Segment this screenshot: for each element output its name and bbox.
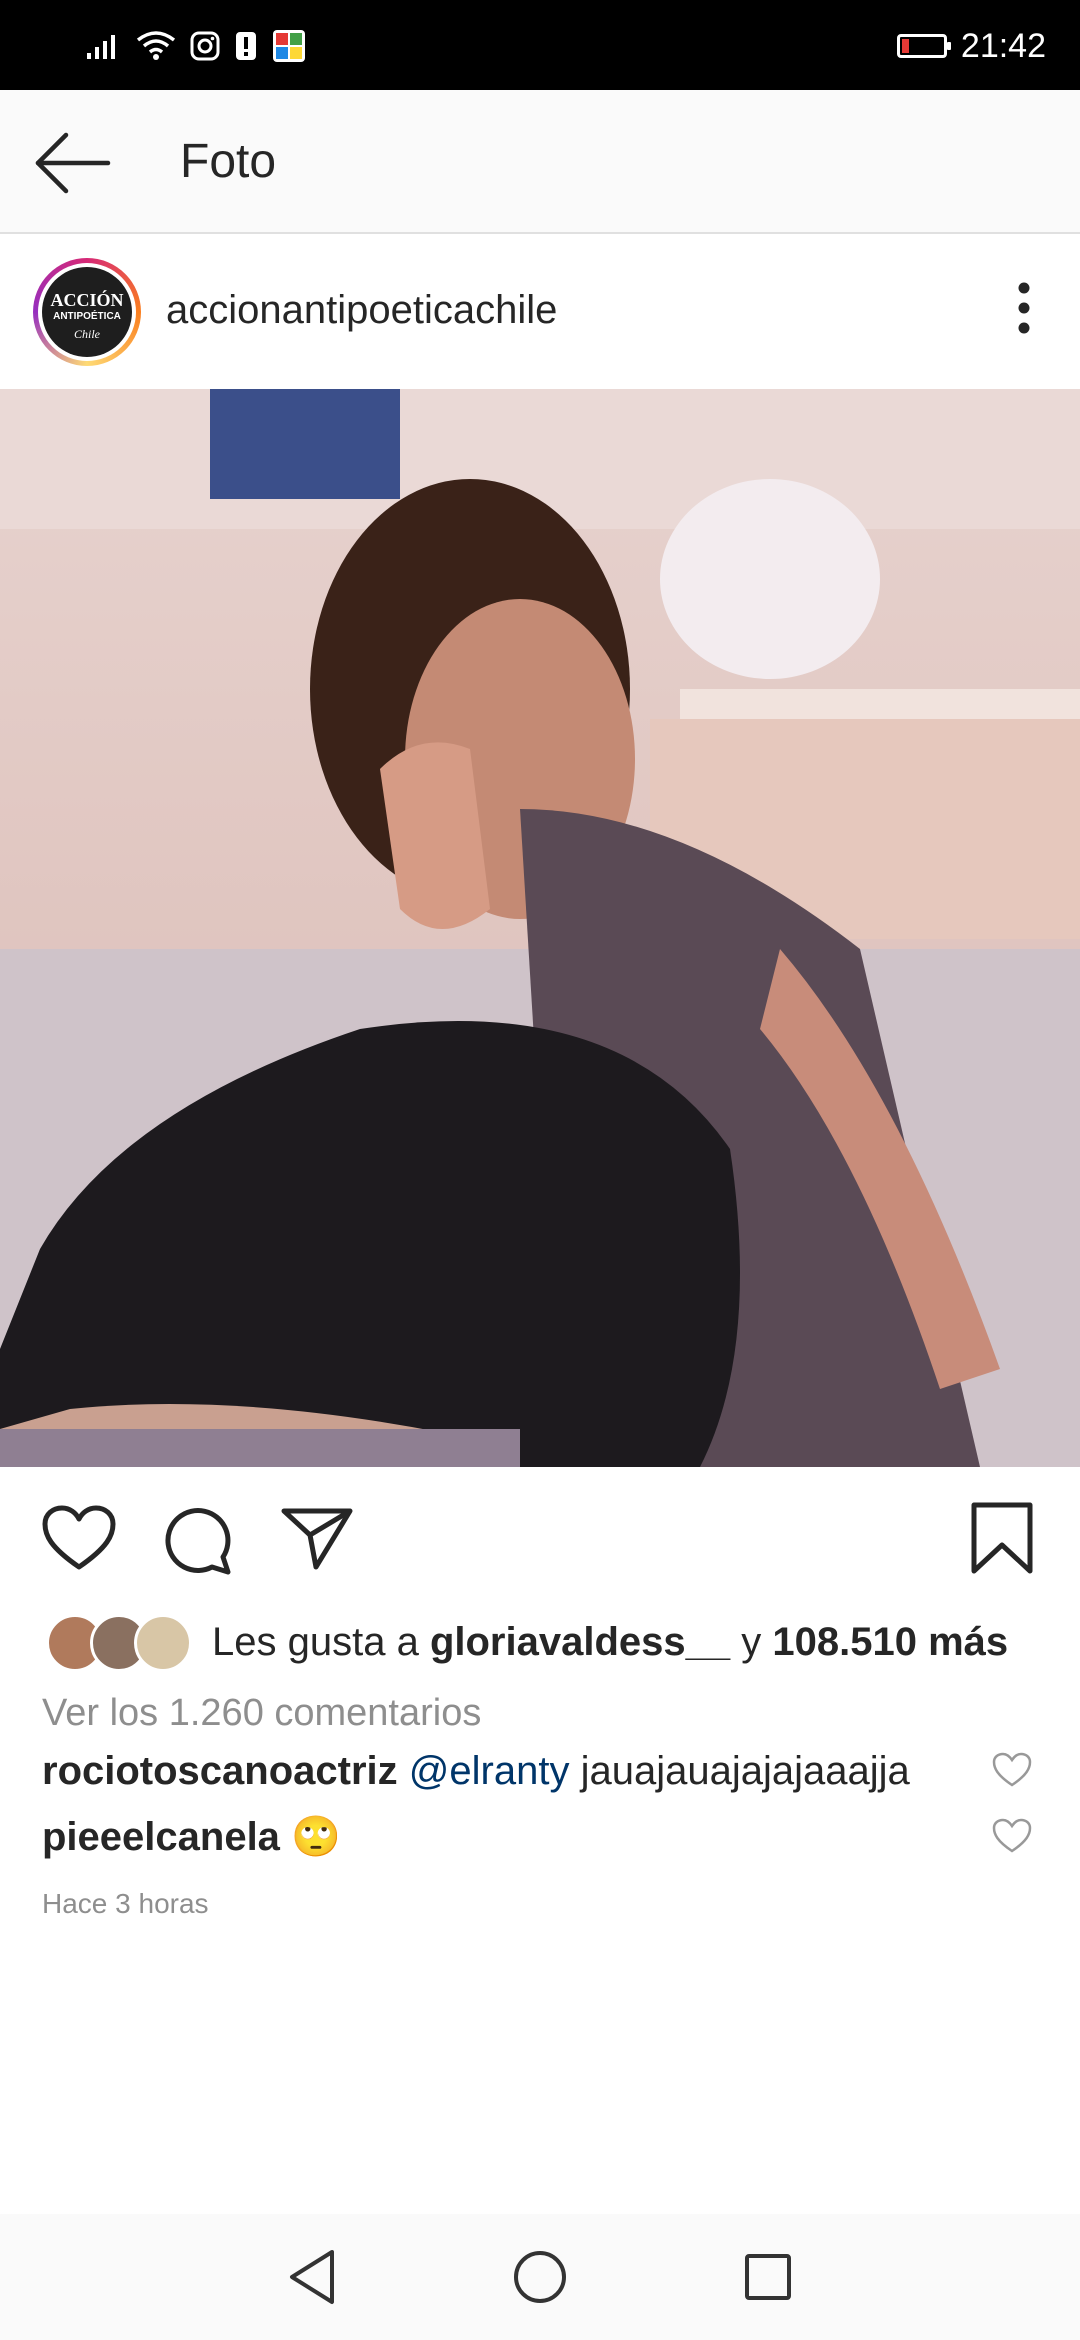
view-all-comments[interactable]: Ver los 1.260 comentarios — [42, 1688, 481, 1738]
likes-row[interactable]: Les gusta a gloriavaldess__ y 108.510 má… — [0, 1610, 1080, 1676]
comment-icon[interactable] — [162, 1505, 232, 1575]
likes-text: Les gusta a gloriavaldess__ y 108.510 má… — [212, 1616, 1008, 1668]
post-username[interactable]: accionantipoeticachile — [166, 284, 557, 336]
photo-illustration — [0, 389, 1080, 1467]
signal-icon — [87, 35, 115, 59]
likes-count[interactable]: 108.510 más — [772, 1620, 1008, 1664]
comment-mention[interactable]: @elranty — [409, 1749, 570, 1793]
likes-middle: y — [730, 1620, 773, 1664]
alert-icon — [236, 32, 256, 60]
status-icons — [86, 22, 306, 70]
circle-home-icon[interactable] — [507, 2244, 573, 2310]
instagram-icon — [190, 31, 220, 61]
comment-user[interactable]: pieeelcanela — [42, 1815, 280, 1859]
bookmark-icon[interactable] — [970, 1501, 1034, 1575]
post-actions — [0, 1467, 1080, 1597]
battery-low-icon — [896, 34, 951, 58]
avatar[interactable]: ACCIÓN ANTIPOÉTICA Chile — [33, 258, 141, 366]
vertical-dots-icon[interactable] — [1004, 278, 1044, 338]
comment-user[interactable]: rociotoscanoactriz — [42, 1749, 398, 1793]
arrow-left-icon[interactable] — [32, 128, 112, 198]
avatar-text-line2: ANTIPOÉTICA — [53, 311, 121, 322]
liker-avatar — [134, 1614, 192, 1672]
heart-icon[interactable] — [992, 1752, 1032, 1788]
heart-icon[interactable] — [42, 1505, 116, 1571]
avatar-border: ACCIÓN ANTIPOÉTICA Chile — [38, 263, 136, 361]
heart-icon[interactable] — [992, 1818, 1032, 1854]
wifi-icon — [136, 31, 176, 60]
comment-text: 🙄 — [279, 1815, 341, 1859]
triangle-back-icon[interactable] — [280, 2244, 346, 2310]
comment-1: rociotoscanoactriz @elranty jauajauajaja… — [42, 1744, 910, 1798]
status-time: 21:42 — [960, 26, 1046, 65]
square-recents-icon[interactable] — [735, 2244, 801, 2310]
avatar-image: ACCIÓN ANTIPOÉTICA Chile — [42, 267, 132, 357]
avatar-text-line3: Chile — [74, 327, 100, 341]
post-timestamp: Hace 3 horas — [42, 1888, 209, 1919]
avatar-text-line1: ACCIÓN — [50, 290, 124, 310]
app-bar: Foto — [0, 90, 1080, 234]
system-nav-bar — [0, 2214, 1080, 2340]
share-icon[interactable] — [280, 1505, 354, 1571]
comment-text: jauajauajajajaaajja — [569, 1749, 910, 1793]
post-header: ACCIÓN ANTIPOÉTICA Chile accionantipoeti… — [0, 234, 1080, 388]
status-bar: 21:42 — [0, 0, 1080, 90]
likes-user[interactable]: gloriavaldess__ — [430, 1620, 730, 1664]
liker-avatars — [46, 1614, 196, 1672]
post-photo[interactable] — [0, 389, 1080, 1467]
likes-prefix: Les gusta a — [212, 1620, 430, 1664]
notification-app-icon — [273, 30, 305, 62]
page-title: Foto — [180, 135, 277, 188]
comment-2: pieeelcanela 🙄 — [42, 1810, 341, 1864]
status-right: 21:42 — [896, 22, 1046, 70]
